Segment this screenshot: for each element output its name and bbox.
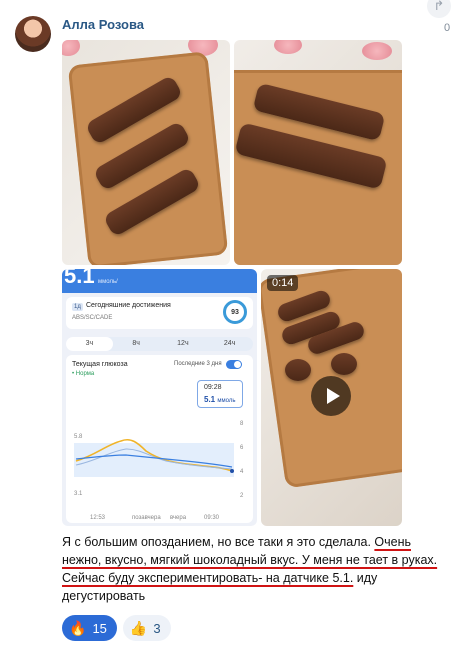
last-days-label: Последние 3 дня bbox=[174, 361, 222, 367]
flower-decor bbox=[362, 42, 392, 60]
range-tabs: 3ч 8ч 12ч 24ч bbox=[66, 337, 253, 351]
side-count: 0 bbox=[444, 22, 451, 34]
media-grid: 5.1 ммоль/ 1д Сегодняшние достижения ABS… bbox=[62, 40, 402, 526]
post-card: Алла Розова ↱ 0 5.1 ммоль/ 1д Сегодняшни… bbox=[0, 0, 452, 649]
x-label: вчера bbox=[170, 515, 187, 521]
achievements-title: Сегодняшние достижения bbox=[86, 302, 171, 309]
play-icon bbox=[326, 388, 340, 404]
photo-2[interactable] bbox=[234, 40, 402, 265]
tab-8h: 8ч bbox=[132, 340, 140, 347]
last-days-toggle bbox=[226, 360, 242, 369]
thumbs-up-icon: 👍 bbox=[129, 619, 148, 636]
tooltip-number: 5.1 bbox=[204, 395, 216, 404]
glucose-chart: 5.8 3.1 8 6 4 2 12:53 позавчера вчера 09… bbox=[74, 421, 244, 521]
y-tick: 4 bbox=[240, 469, 244, 475]
reactions-bar: 🔥 15 👍 3 bbox=[62, 615, 171, 641]
achievements-sub: ABS/SC/CADE bbox=[72, 315, 113, 321]
target-range bbox=[74, 443, 234, 477]
chocolate-heart bbox=[285, 359, 311, 381]
chocolate-heart bbox=[331, 353, 357, 375]
share-icon[interactable]: ↱ bbox=[427, 0, 451, 18]
glucose-panel: Текущая глюкоза • Норма Последние 3 дня … bbox=[66, 355, 253, 523]
video-thumbnail[interactable]: 0:14 bbox=[261, 269, 402, 526]
reaction-count: 3 bbox=[153, 620, 161, 636]
x-label: 12:53 bbox=[90, 515, 106, 521]
mark-low: 3.1 bbox=[74, 491, 83, 497]
reaction-like-button[interactable]: 👍 3 bbox=[122, 615, 171, 641]
y-tick: 6 bbox=[240, 445, 244, 451]
achievements-card: 1д Сегодняшние достижения ABS/SC/CADE 93 bbox=[66, 297, 253, 329]
y-tick: 2 bbox=[240, 493, 244, 499]
author-name[interactable]: Алла Розова bbox=[62, 17, 144, 32]
value-tooltip: 09:28 5.1 ммоль bbox=[197, 380, 243, 408]
flower-decor bbox=[274, 40, 302, 54]
flower-decor bbox=[62, 40, 80, 56]
play-button[interactable] bbox=[311, 376, 351, 416]
score-ring: 93 bbox=[223, 300, 247, 324]
tab-12h: 12ч bbox=[177, 340, 189, 347]
current-point bbox=[230, 469, 234, 473]
achievements-badge: 1д bbox=[72, 303, 83, 311]
mark-high: 5.8 bbox=[74, 434, 83, 440]
post-text-part1: Я с большим опозданием, но все таки я эт… bbox=[62, 535, 375, 549]
tab-3h: 3ч bbox=[66, 337, 113, 351]
reaction-count: 15 bbox=[92, 620, 107, 636]
app-big-value: 5.1 bbox=[64, 269, 95, 288]
tooltip-value: 5.1 ммоль bbox=[204, 395, 235, 404]
glucose-app-screenshot[interactable]: 5.1 ммоль/ 1д Сегодняшние достижения ABS… bbox=[62, 269, 257, 526]
reaction-fire-button[interactable]: 🔥 15 bbox=[62, 615, 117, 641]
app-header: 5.1 ммоль/ bbox=[62, 269, 257, 293]
x-label: позавчера bbox=[132, 515, 161, 521]
avatar[interactable] bbox=[15, 16, 51, 52]
video-duration: 0:14 bbox=[267, 275, 299, 291]
tooltip-time: 09:28 bbox=[204, 384, 222, 391]
current-glucose-label: Текущая глюкоза bbox=[72, 361, 128, 368]
x-label: 09:30 bbox=[204, 515, 220, 521]
app-unit: ммоль/ bbox=[98, 279, 118, 285]
post-text: Я с большим опозданием, но все таки я эт… bbox=[62, 533, 438, 605]
tab-24h: 24ч bbox=[223, 340, 236, 347]
tooltip-unit: ммоль bbox=[217, 398, 236, 404]
fire-icon: 🔥 bbox=[69, 619, 87, 636]
photo-1[interactable] bbox=[62, 40, 230, 265]
glucose-status: • Норма bbox=[72, 371, 95, 377]
y-tick: 8 bbox=[240, 421, 244, 427]
